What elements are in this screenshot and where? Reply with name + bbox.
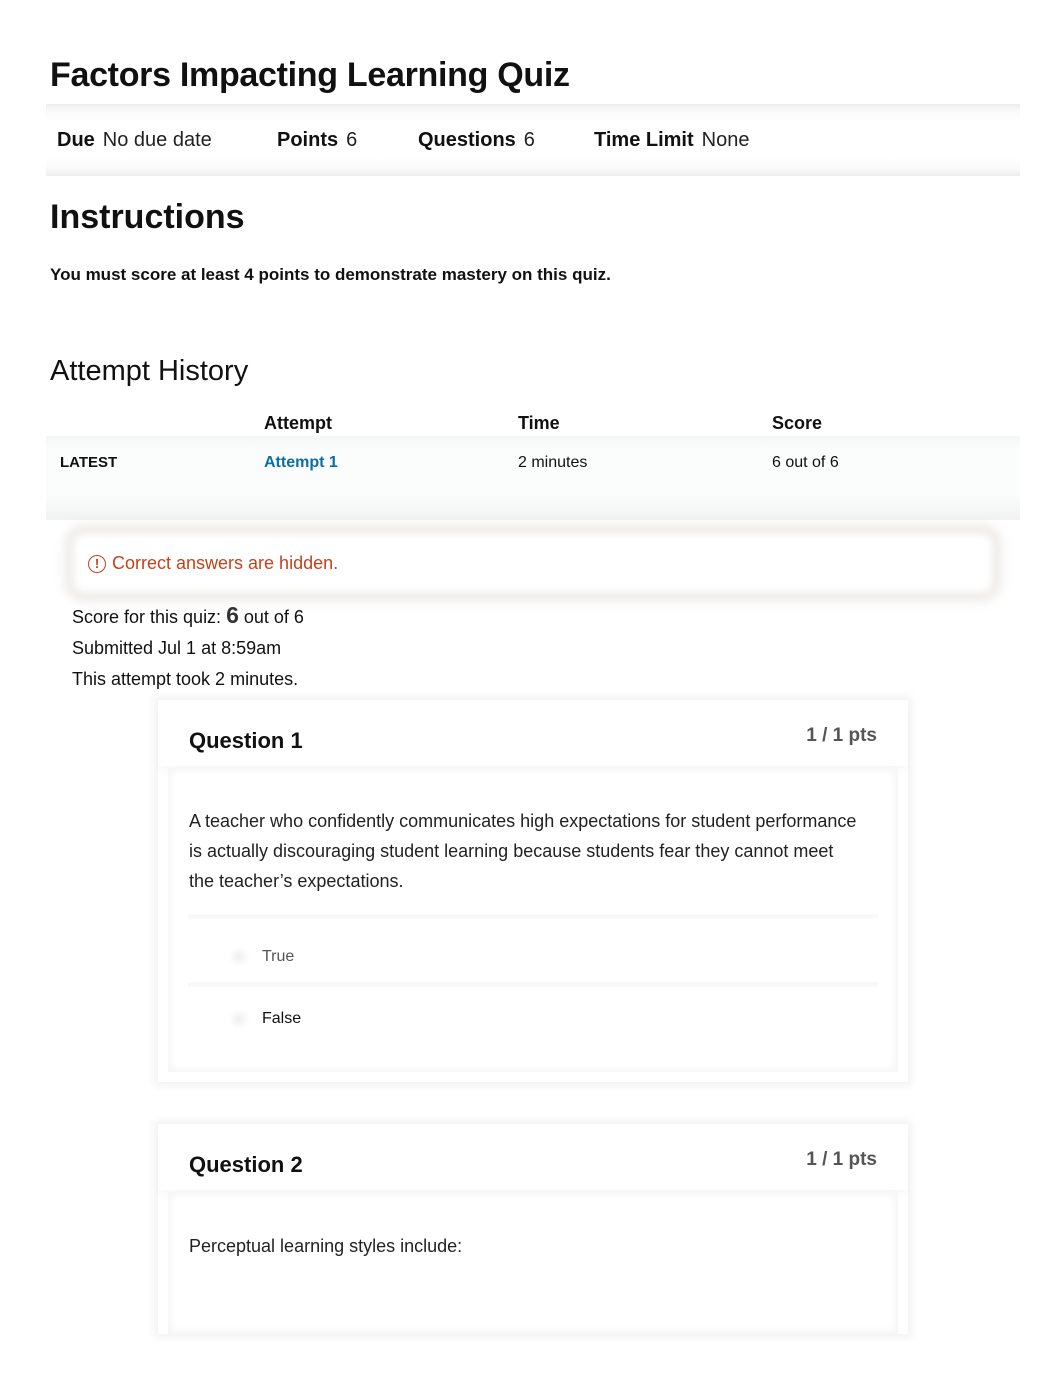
answer-divider <box>188 914 878 920</box>
attempt-1-link[interactable]: Attempt 1 <box>264 454 338 472</box>
instructions-heading: Instructions <box>50 198 245 236</box>
question-text: A teacher who confidently communicates h… <box>189 811 857 891</box>
question-body: Perceptual learning styles include: <box>168 1192 898 1334</box>
question-text: Perceptual learning styles include: <box>189 1236 463 1256</box>
answer-label: False <box>262 1010 302 1027</box>
exclamation-circle-icon: ! <box>88 554 106 573</box>
table-header-score: Score <box>772 413 823 433</box>
table-header-time: Time <box>518 413 560 433</box>
detail-time-limit-value: None <box>701 129 750 151</box>
radio-button[interactable] <box>228 946 250 968</box>
detail-points: Points 6 <box>277 129 418 152</box>
answer-label: True <box>262 948 295 965</box>
alert-content: ! Correct answers are hidden. <box>88 553 338 574</box>
score-prefix: Score for this quiz: <box>72 607 222 627</box>
table-header-row: Attempt Time Score <box>60 413 1020 451</box>
detail-points-value: 6 <box>346 129 358 151</box>
quiz-results-page: Factors Impacting Learning Quiz Due No d… <box>0 0 1062 1377</box>
question-title: Question 1 <box>189 728 303 753</box>
quiz-details: Due No due date Points 6 Questions 6 Tim… <box>57 129 749 152</box>
alert-text: Correct answers are hidden. <box>112 553 339 573</box>
answer-option-true[interactable]: True <box>228 946 294 968</box>
detail-due: Due No due date <box>57 129 277 152</box>
answer-divider <box>188 982 878 988</box>
question-header: Question 1 1 / 1 pts <box>158 700 908 766</box>
question-points: 1 / 1 pts <box>806 1149 877 1170</box>
latest-label: LATEST <box>60 454 118 471</box>
score-suffix: out of 6 <box>243 607 304 627</box>
quiz-title: Factors Impacting Learning Quiz <box>50 56 570 94</box>
detail-questions-label: Questions <box>418 129 516 151</box>
answer-option-false[interactable]: False <box>228 1008 301 1030</box>
score-value: 6 <box>226 602 239 628</box>
submitted-time: Submitted Jul 1 at 8:59am <box>72 638 282 658</box>
question-header: Question 2 1 / 1 pts <box>158 1124 908 1190</box>
detail-points-label: Points <box>277 129 339 151</box>
question-points: 1 / 1 pts <box>806 725 877 746</box>
detail-questions-value: 6 <box>523 129 535 151</box>
score-summary: Score for this quiz: 6 out of 6 Submitte… <box>72 600 304 695</box>
question-body: A teacher who confidently communicates h… <box>168 768 898 1072</box>
score-line: Score for this quiz: 6 out of 6 <box>72 600 304 633</box>
attempt-history-heading: Attempt History <box>50 355 249 387</box>
question-title: Question 2 <box>189 1152 303 1177</box>
radio-button[interactable] <box>228 1008 250 1030</box>
attempt-time: 2 minutes <box>518 454 588 471</box>
detail-due-label: Due <box>57 129 95 151</box>
attempt-duration: This attempt took 2 minutes. <box>72 669 299 689</box>
table-header-attempt: Attempt <box>264 413 332 433</box>
question-card-2: Question 2 1 / 1 pts Perceptual learning… <box>158 1124 908 1334</box>
question-card-1: Question 1 1 / 1 pts A teacher who confi… <box>158 700 908 1082</box>
detail-time-limit: Time Limit None <box>594 129 749 152</box>
instructions-text: You must score at least 4 points to demo… <box>50 265 611 284</box>
table-row: LATEST Attempt 1 2 minutes 6 out of 6 <box>60 454 1020 492</box>
attempt-score: 6 out of 6 <box>772 454 839 471</box>
detail-questions: Questions 6 <box>418 129 594 152</box>
attempt-history-table: Attempt Time Score LATEST Attempt 1 2 mi… <box>60 413 1020 489</box>
detail-due-value: No due date <box>102 129 212 151</box>
detail-time-limit-label: Time Limit <box>594 129 694 151</box>
